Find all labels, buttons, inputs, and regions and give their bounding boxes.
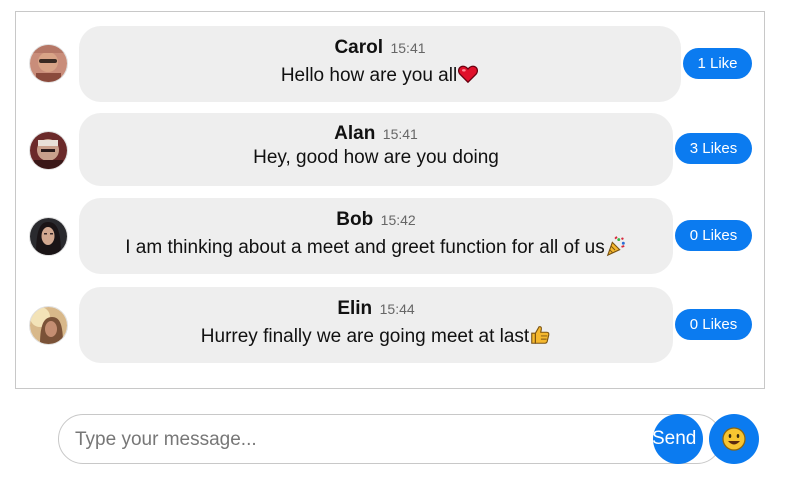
like-button[interactable]: 0 Likes	[675, 309, 752, 340]
chat-messages-panel[interactable]: Carol 15:41 Hello how are you all 1 Like…	[15, 11, 765, 389]
send-button-label: Send	[653, 428, 697, 449]
message-text: Hello how are you all	[280, 65, 458, 86]
emoji-button[interactable]	[709, 414, 759, 464]
avatar[interactable]	[29, 131, 68, 170]
message-text: I am thinking about a meet and greet fun…	[125, 237, 605, 258]
avatar[interactable]	[29, 306, 68, 345]
message-row: Bob 15:42 I am thinking about a meet and…	[16, 198, 764, 274]
sender-name: Bob	[336, 209, 374, 230]
send-button[interactable]: Send	[653, 414, 703, 464]
like-button[interactable]: 1 Like	[683, 48, 752, 79]
smiley-icon	[722, 427, 746, 451]
message-time: 15:42	[380, 212, 416, 228]
party-popper-icon	[606, 236, 625, 257]
sender-name: Elin	[337, 298, 373, 319]
thumbs-up-icon	[531, 326, 550, 344]
message-input[interactable]	[73, 415, 647, 463]
message-time: 15:44	[379, 301, 415, 317]
avatar[interactable]	[29, 44, 68, 83]
message-row: Elin 15:44 Hurrey finally we are going m…	[16, 287, 764, 363]
message-row: Alan 15:41 Hey, good how are you doing 3…	[16, 113, 764, 186]
sender-name: Alan	[334, 123, 376, 144]
message-time: 15:41	[382, 126, 418, 142]
like-button[interactable]: 3 Likes	[675, 133, 752, 164]
message-bubble: Alan 15:41 Hey, good how are you doing	[79, 113, 673, 186]
sender-name: Carol	[334, 37, 384, 58]
message-bubble: Carol 15:41 Hello how are you all	[79, 26, 681, 102]
heart-icon	[458, 65, 479, 84]
message-text: Hey, good how are you doing	[253, 147, 499, 168]
message-bubble: Bob 15:42 I am thinking about a meet and…	[79, 198, 673, 274]
message-bubble: Elin 15:44 Hurrey finally we are going m…	[79, 287, 673, 363]
avatar[interactable]	[29, 217, 68, 256]
message-row: Carol 15:41 Hello how are you all 1 Like	[16, 26, 764, 102]
message-input-container	[58, 414, 722, 464]
message-text: Hurrey finally we are going meet at last	[200, 326, 530, 347]
like-button[interactable]: 0 Likes	[675, 220, 752, 251]
message-time: 15:41	[390, 40, 426, 56]
